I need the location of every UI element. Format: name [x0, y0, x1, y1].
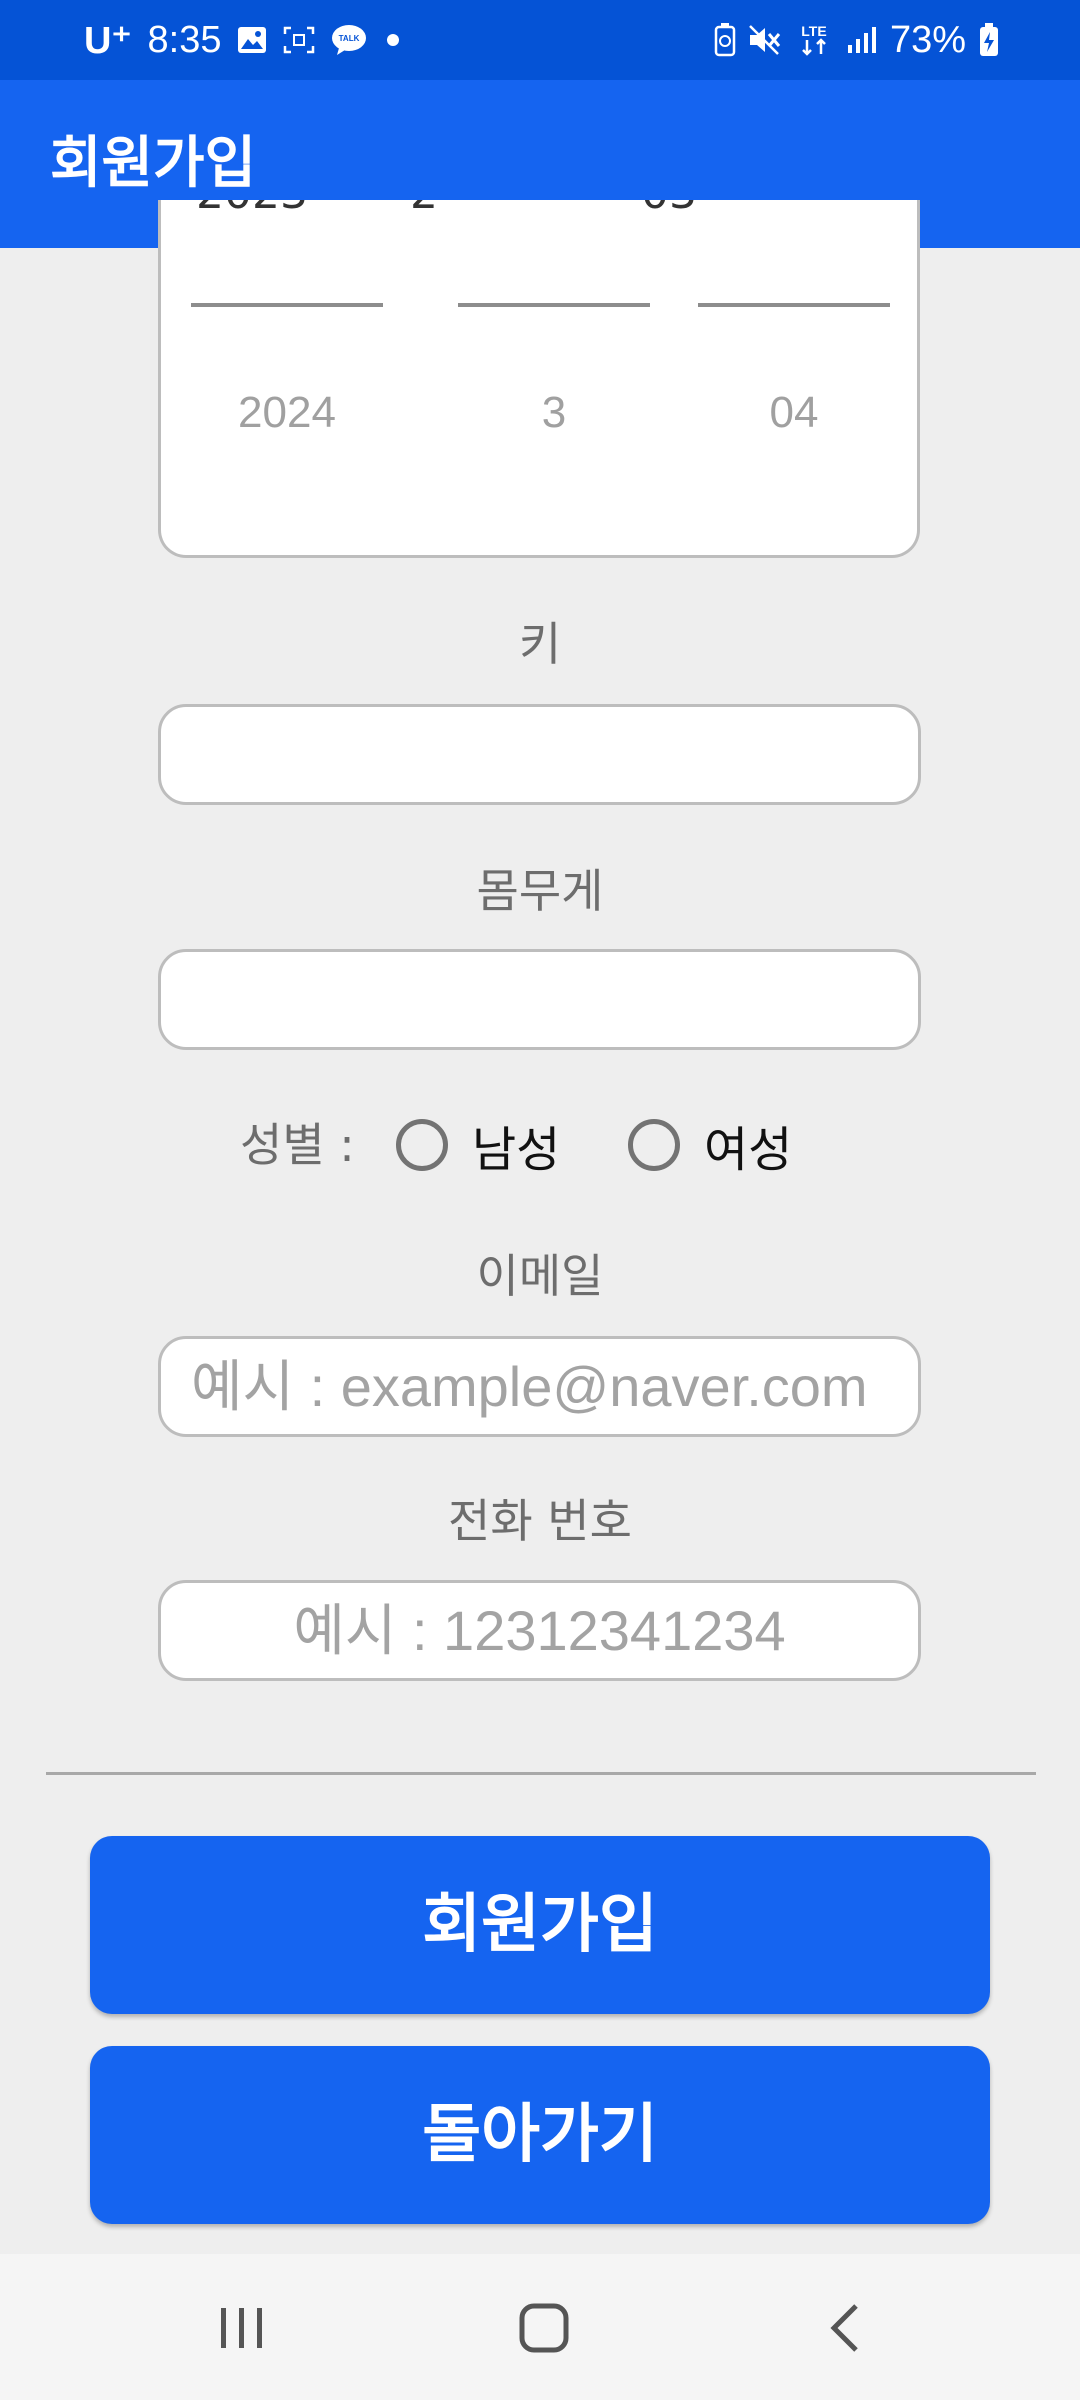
- radio-circle-icon[interactable]: [396, 1119, 448, 1171]
- gender-male-radio[interactable]: 남성: [396, 1112, 560, 1178]
- weight-label: 몸무게: [476, 864, 604, 918]
- email-label: 이메일: [476, 1249, 604, 1303]
- month-option[interactable]: 3: [458, 388, 650, 438]
- phone-input[interactable]: [158, 1580, 921, 1681]
- date-picker[interactable]: 2023 2 03 2024 3 04: [158, 200, 920, 558]
- gender-female-label[interactable]: 여성: [704, 1110, 792, 1180]
- back-icon[interactable]: [806, 2290, 886, 2366]
- svg-text:TALK: TALK: [339, 34, 360, 43]
- talk-icon: TALK: [331, 24, 367, 56]
- gallery-icon: [237, 26, 267, 54]
- dot-icon: [383, 30, 403, 50]
- gender-label: 성별 :: [240, 1118, 355, 1172]
- weight-input[interactable]: [158, 949, 921, 1050]
- phone-label: 전화 번호: [448, 1494, 632, 1548]
- day-option[interactable]: 04: [698, 388, 890, 438]
- day-divider: [698, 303, 890, 307]
- back-button[interactable]: 돌아가기: [90, 2046, 990, 2224]
- year-option[interactable]: 2024: [191, 388, 383, 438]
- mute-icon: [748, 24, 782, 56]
- gender-female-radio[interactable]: 여성: [628, 1112, 792, 1178]
- navigation-bar: [0, 2254, 1080, 2400]
- day-partial[interactable]: 03: [574, 200, 764, 219]
- signal-icon: [846, 25, 878, 55]
- status-bar: U⁺ 8:35 TALK LTE 73%: [0, 0, 1080, 80]
- signup-button[interactable]: 회원가입: [90, 1836, 990, 2014]
- recent-apps-icon[interactable]: [202, 2290, 282, 2366]
- email-input[interactable]: [158, 1336, 921, 1437]
- status-right: LTE 73%: [714, 18, 1000, 61]
- home-icon[interactable]: [504, 2290, 584, 2366]
- status-left: U⁺ 8:35 TALK: [84, 18, 403, 62]
- status-time: 8:35: [147, 18, 222, 61]
- lte-icon: LTE: [794, 22, 834, 58]
- month-partial[interactable]: 2: [329, 200, 519, 219]
- year-divider: [191, 303, 383, 307]
- gender-row: 성별 : 남성 여성: [0, 1110, 1080, 1180]
- radio-circle-icon[interactable]: [628, 1119, 680, 1171]
- battery-percent: 73%: [889, 18, 966, 61]
- screenshot-icon: [283, 26, 315, 54]
- gender-male-label[interactable]: 남성: [472, 1110, 560, 1180]
- height-label: 키: [518, 617, 562, 671]
- height-input[interactable]: [158, 704, 921, 805]
- month-divider: [458, 303, 650, 307]
- battery-icon: [978, 22, 1000, 58]
- lte-label: LTE: [801, 23, 826, 39]
- carrier-label: U⁺: [84, 19, 132, 62]
- year-partial[interactable]: 2023: [161, 200, 347, 219]
- divider: [46, 1772, 1036, 1775]
- battery-saver-icon: [714, 23, 736, 57]
